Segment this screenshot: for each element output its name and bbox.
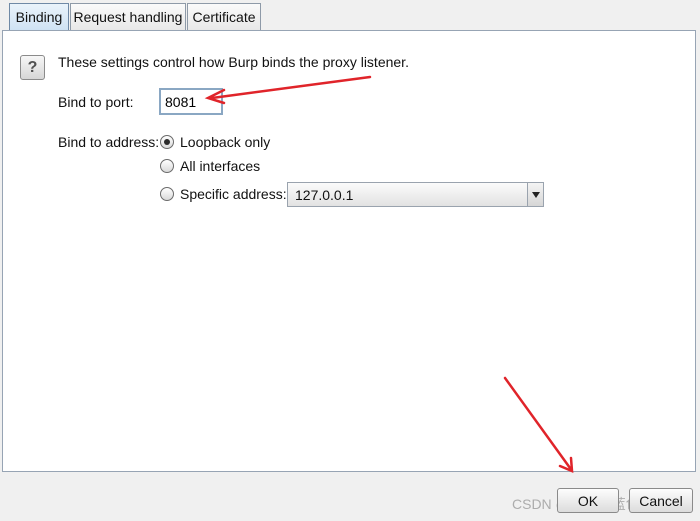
tab-binding[interactable]: Binding: [9, 3, 69, 30]
radio-button-icon[interactable]: [160, 187, 174, 201]
tab-request-handling[interactable]: Request handling: [70, 3, 186, 30]
radio-loopback-label: Loopback only: [180, 134, 271, 150]
specific-address-value: 127.0.0.1: [295, 186, 354, 203]
radio-specific-address[interactable]: Specific address:: [160, 186, 287, 202]
intro-text: These settings control how Burp binds th…: [58, 54, 409, 70]
bind-port-input[interactable]: [159, 88, 223, 115]
tab-bar: Binding Request handling Certificate: [0, 0, 700, 31]
ok-button[interactable]: OK: [557, 488, 619, 513]
radio-loopback-only[interactable]: Loopback only: [160, 134, 270, 150]
chevron-down-icon[interactable]: [527, 183, 543, 206]
radio-specific-address-label: Specific address:: [180, 186, 287, 202]
tab-certificate[interactable]: Certificate: [187, 3, 261, 30]
cancel-button[interactable]: Cancel: [629, 488, 693, 513]
question-mark-icon[interactable]: ?: [20, 55, 45, 80]
radio-button-icon[interactable]: [160, 135, 174, 149]
specific-address-select[interactable]: 127.0.0.1: [287, 182, 544, 207]
radio-button-icon[interactable]: [160, 159, 174, 173]
bind-address-label: Bind to address:: [58, 134, 160, 150]
radio-all-interfaces-label: All interfaces: [180, 158, 261, 174]
radio-all-interfaces[interactable]: All interfaces: [160, 158, 260, 174]
bind-port-label: Bind to port:: [58, 94, 134, 110]
